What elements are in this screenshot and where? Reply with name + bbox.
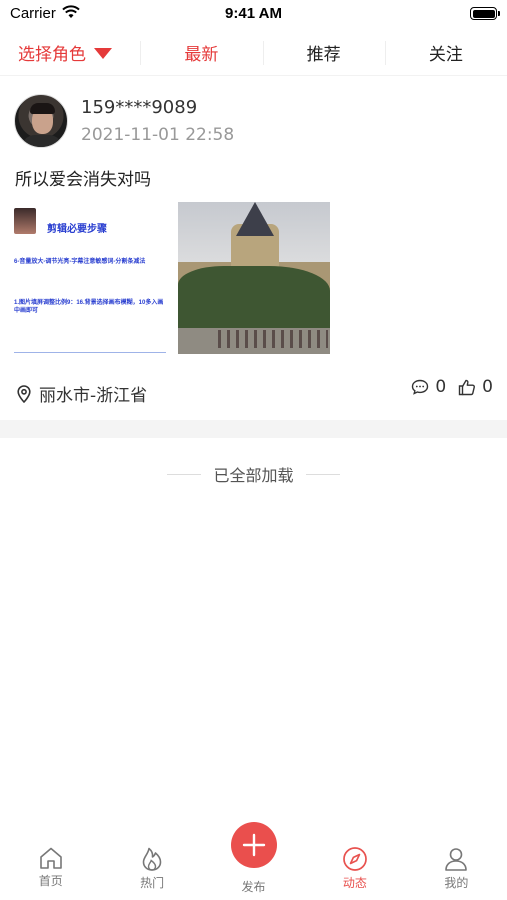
tab-following[interactable]: 关注 bbox=[384, 30, 507, 75]
nav-moments-label: 动态 bbox=[342, 876, 367, 890]
flame-icon bbox=[142, 847, 162, 871]
avatar[interactable] bbox=[14, 94, 68, 148]
tab-recommended-label: 推荐 bbox=[306, 45, 341, 65]
compass-icon bbox=[343, 847, 367, 871]
section-divider bbox=[0, 420, 507, 438]
comment-button[interactable]: 0 bbox=[411, 377, 446, 397]
image-text-line: 6-音量放大-调节光亮-字幕注意敏感词-分割条减法 bbox=[14, 259, 146, 265]
post-username: 159****9089 bbox=[81, 97, 198, 118]
tab-latest[interactable]: 最新 bbox=[140, 30, 262, 75]
status-bar: Carrier 9:41 AM bbox=[0, 0, 507, 28]
user-icon bbox=[445, 848, 468, 871]
image-text-line: 1.图片填屏调整比例9：16.背景选择画布模糊，10多入画中画即可 bbox=[14, 300, 164, 314]
thumbnail-portrait bbox=[14, 208, 36, 234]
caret-down-icon bbox=[94, 48, 112, 59]
nav-profile-label: 我的 bbox=[444, 876, 469, 890]
battery-icon bbox=[470, 7, 500, 20]
clock: 9:41 AM bbox=[225, 5, 282, 22]
tab-recommended[interactable]: 推荐 bbox=[262, 30, 385, 75]
role-select-dropdown[interactable]: 选择角色 bbox=[0, 30, 140, 75]
comment-count: 0 bbox=[435, 377, 447, 397]
post-location: 丽水市-浙江省 bbox=[17, 381, 147, 406]
top-tab-bar: 选择角色 最新 推荐 关注 bbox=[0, 30, 507, 76]
like-button[interactable]: 0 bbox=[458, 377, 493, 397]
location-label: 丽水市-浙江省 bbox=[39, 386, 148, 406]
nav-home[interactable]: 首页 bbox=[0, 836, 101, 900]
post-text: 所以爱会消失对吗 bbox=[15, 170, 151, 190]
comment-icon bbox=[412, 379, 429, 395]
post-image-tutorial[interactable]: 剪辑必要步骤 6-音量放大-调节光亮-字幕注意敏感词-分割条减法 1.图片填屏调… bbox=[14, 202, 166, 354]
nav-trending-label: 热门 bbox=[140, 876, 165, 890]
like-count: 0 bbox=[482, 377, 493, 397]
nav-publish-label: 发布 bbox=[241, 880, 266, 894]
home-icon bbox=[39, 847, 62, 869]
post-image-castle[interactable] bbox=[178, 202, 330, 354]
image-title: 剪辑必要步骤 bbox=[47, 224, 107, 235]
nav-home-label: 首页 bbox=[38, 874, 63, 888]
nav-profile[interactable]: 我的 bbox=[406, 836, 507, 900]
location-pin-icon bbox=[17, 384, 31, 403]
plus-icon bbox=[242, 833, 265, 857]
nav-publish[interactable]: 发布 bbox=[203, 822, 304, 900]
end-of-list-label: 已全部加载 bbox=[213, 466, 294, 485]
nav-moments[interactable]: 动态 bbox=[304, 836, 405, 900]
nav-trending[interactable]: 热门 bbox=[101, 836, 202, 900]
role-select-label: 选择角色 bbox=[18, 45, 86, 65]
post-card[interactable]: 159****9089 2021-11-01 22:58 所以爱会消失对吗 剪辑… bbox=[0, 80, 507, 420]
tab-following-label: 关注 bbox=[428, 45, 463, 65]
post-stats: 0 0 bbox=[399, 377, 493, 397]
thumbs-up-icon bbox=[458, 379, 476, 395]
post-timestamp: 2021-11-01 22:58 bbox=[81, 125, 235, 145]
publish-button[interactable] bbox=[230, 822, 277, 868]
tab-latest-label: 最新 bbox=[184, 45, 219, 65]
bottom-nav: 首页 热门 发布 动态 我的 bbox=[0, 822, 507, 900]
end-of-list-indicator: 已全部加载 bbox=[0, 462, 507, 486]
